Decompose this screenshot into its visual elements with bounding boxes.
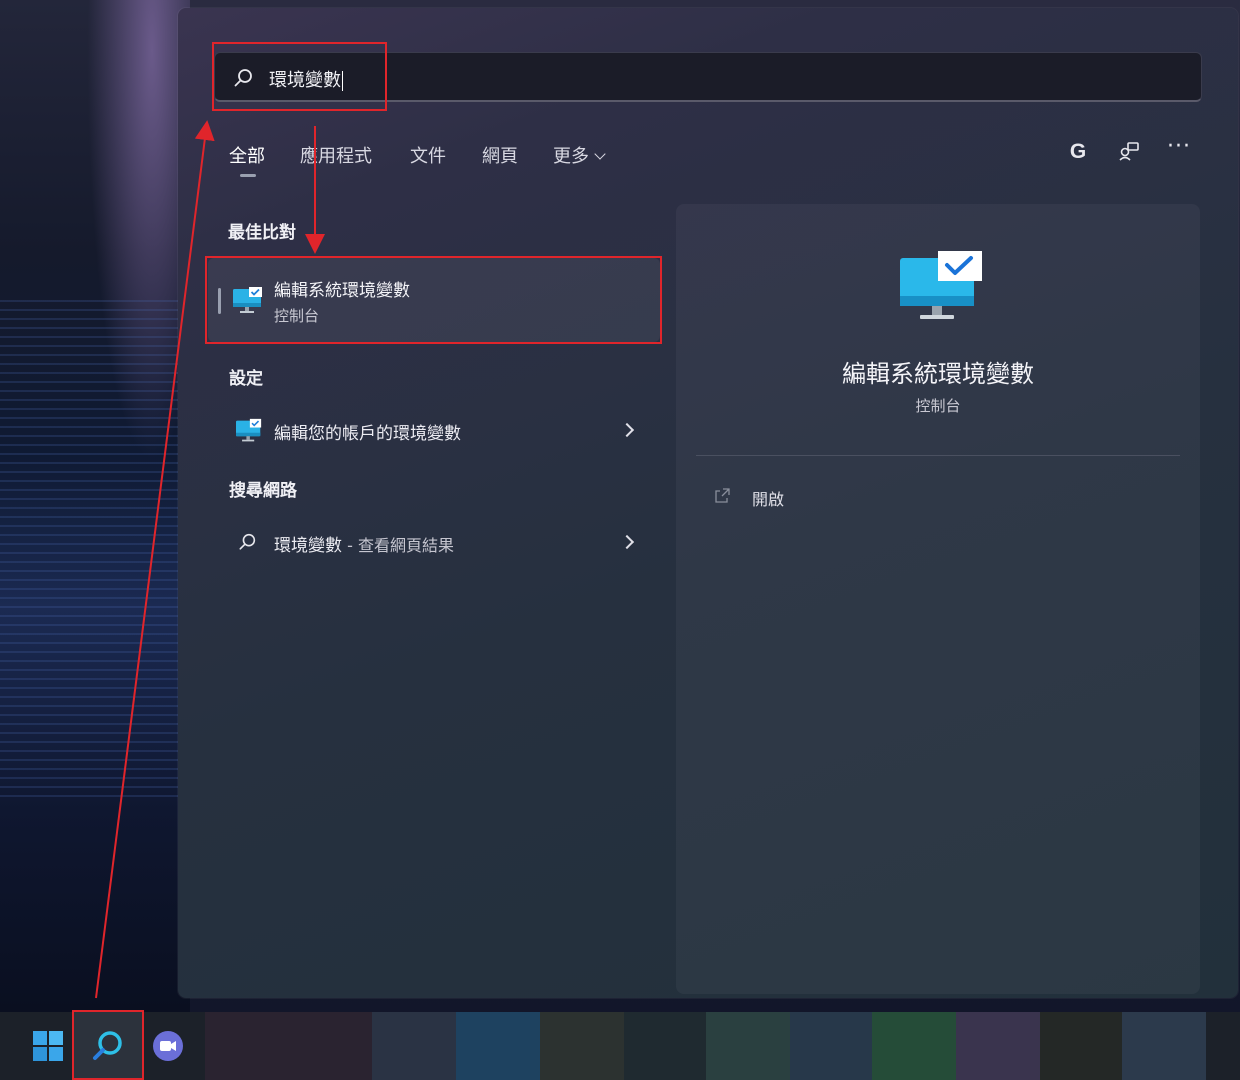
annotation-highlight-searchbox [212,42,387,111]
system-settings-monitor-icon [236,418,262,442]
taskbar-app-slot [1040,1012,1122,1080]
settings-result-label: 編輯您的帳戶的環境變數 [274,424,461,444]
tab-all[interactable]: 全部 [229,142,265,168]
desktop-wallpaper [0,0,190,1012]
settings-result-item[interactable]: 編輯您的帳戶的環境變數 [228,410,648,450]
open-action[interactable]: 開啟 [752,486,784,510]
share-devices-icon[interactable] [1114,138,1144,166]
taskbar-app-slot [540,1012,624,1080]
taskbar [0,1012,1240,1080]
system-settings-monitor-icon [900,251,982,319]
search-icon [239,533,256,550]
wallpaper-water [0,300,190,800]
annotation-highlight-best-match [205,256,662,344]
open-external-icon [715,488,730,503]
tab-documents[interactable]: 文件 [410,142,446,168]
active-tab-indicator [240,174,256,177]
more-options-icon[interactable]: ··· [1164,134,1194,166]
preview-pane: 編輯系統環境變數 控制台 開啟 [676,204,1200,994]
tab-apps[interactable]: 應用程式 [300,142,372,168]
taskbar-app-slot [372,1012,456,1080]
section-title-search-web: 搜尋網路 [229,481,297,501]
taskbar-app-slot [790,1012,872,1080]
taskbar-app-slot [456,1012,540,1080]
taskbar-app-slot [205,1012,372,1080]
taskbar-app-slot [706,1012,790,1080]
web-result-label: 環境變數 - 查看網頁結果 [274,531,454,556]
tab-more-label: 更多 [553,146,589,167]
web-result-item[interactable]: 環境變數 - 查看網頁結果 [228,522,648,562]
web-result-query: 環境變數 [274,536,342,556]
tab-web[interactable]: 網頁 [482,142,518,168]
web-result-suffix: - 查看網頁結果 [342,536,454,555]
chevron-right-icon [619,422,635,438]
annotation-highlight-taskbar-search [72,1010,144,1080]
section-title-settings: 設定 [229,369,263,389]
teams-chat-icon[interactable] [134,1012,202,1080]
google-account-icon[interactable]: G [1063,138,1093,166]
preview-divider [696,455,1180,456]
preview-title: 編輯系統環境變數 [842,360,1034,388]
taskbar-app-slot [872,1012,956,1080]
section-title-best-match: 最佳比對 [228,223,296,243]
tab-more[interactable]: 更多 [553,142,606,168]
taskbar-app-slot [1122,1012,1206,1080]
preview-subtitle: 控制台 [915,397,961,415]
taskbar-app-slot [956,1012,1040,1080]
chevron-right-icon [619,534,635,550]
taskbar-app-slot [624,1012,706,1080]
chevron-down-icon [594,148,606,160]
